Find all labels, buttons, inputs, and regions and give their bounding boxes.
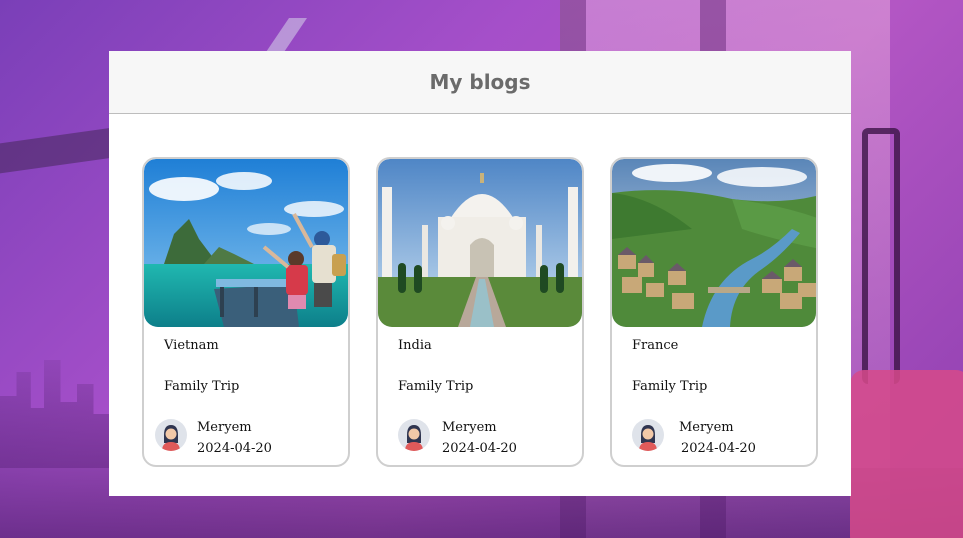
blog-country: India <box>398 338 432 353</box>
blog-category: Family Trip <box>398 379 474 394</box>
blog-category: Family Trip <box>632 379 708 394</box>
blog-date: 2024-04-20 <box>681 441 756 456</box>
user-avatar-icon <box>155 419 187 451</box>
page-title: My blogs <box>429 70 531 94</box>
blog-card-france[interactable]: France Family Trip Meryem 2024-04-20 <box>610 157 818 467</box>
blog-card-vietnam[interactable]: Vietnam Family Trip Meryem 2024-04-20 <box>142 157 350 467</box>
city-skyline <box>0 360 110 468</box>
panel-header: My blogs <box>109 51 851 114</box>
user-avatar-icon <box>398 419 430 451</box>
suitcase <box>850 370 963 538</box>
blog-country: France <box>632 338 679 353</box>
blog-author: Meryem <box>442 420 497 435</box>
suitcase-handle <box>862 128 900 384</box>
user-avatar-icon <box>632 419 664 451</box>
blog-date: 2024-04-20 <box>442 441 517 456</box>
blog-card-india[interactable]: India Family Trip Meryem 2024-04-20 <box>376 157 584 467</box>
blog-country: Vietnam <box>164 338 219 353</box>
blog-category: Family Trip <box>164 379 240 394</box>
vietnam-bay-photo <box>144 159 348 327</box>
blog-author: Meryem <box>197 420 252 435</box>
french-town-river-photo <box>612 159 816 327</box>
blog-date: 2024-04-20 <box>197 441 272 456</box>
taj-mahal-photo <box>378 159 582 327</box>
blog-author: Meryem <box>679 420 734 435</box>
blogs-panel: My blogs Vietnam Family Trip Meryem 2024… <box>109 51 851 496</box>
airplane-wing <box>0 126 120 174</box>
